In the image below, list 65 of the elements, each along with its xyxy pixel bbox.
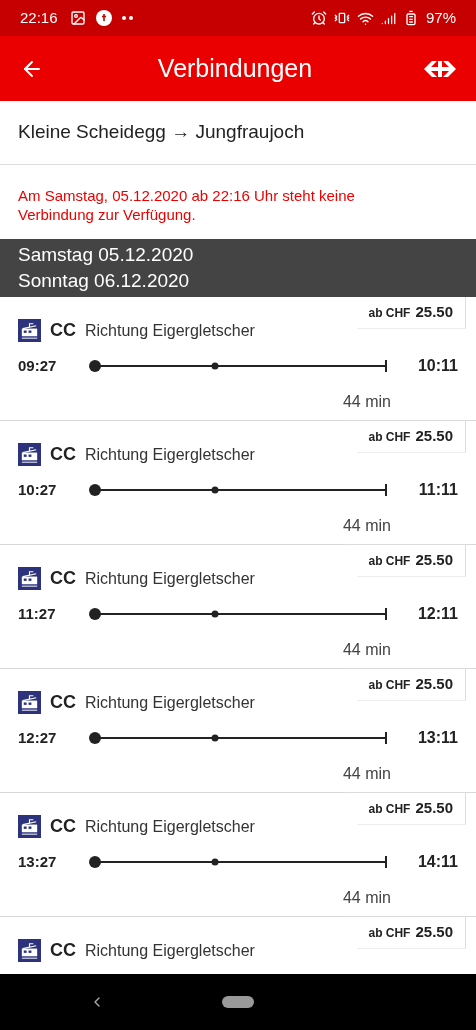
price-prefix: ab CHF [368,801,411,818]
duration: 44 min [342,640,391,660]
departure-time: 13:27 [18,851,58,872]
home-pill[interactable] [222,996,254,1008]
arrival-time: 13:11 [417,728,458,748]
cog-train-icon [18,443,41,466]
train-name: CC [50,691,76,714]
connection-card[interactable]: ab CHF 25.50 CC Richtung Eigergletscher 10:27 11:11 44 min [0,421,476,545]
vibrate-icon [333,10,350,26]
battery-level: 97% [425,7,456,28]
duration: 44 min [342,392,391,412]
price-prefix: ab CHF [368,429,411,446]
train-direction: Richtung Eigergletscher [85,940,255,961]
duration: 44 min [342,764,391,784]
image-icon [69,10,86,26]
train-name: CC [50,939,76,962]
arrival-time: 12:11 [417,604,458,624]
price-value: 25.50 [415,302,453,322]
connection-card[interactable]: ab CHF 25.50 CC Richtung Eigergletscher 13:27 14:11 44 min [0,793,476,917]
departure-time: 10:27 [18,479,58,500]
duration: 44 min [342,888,391,908]
date-header: Samstag 05.12.2020 [18,244,195,266]
cog-train-icon [18,319,41,342]
price-prefix: ab CHF [368,553,411,570]
departure-time: 09:27 [18,355,58,376]
route-title: Kleine Scheidegg → Jungfraujoch [0,101,476,165]
train-direction: Richtung Eigergletscher [85,692,255,713]
no-connection-notice: Am Samstag, 05.12.2020 ab 22:16 Uhr steht keine Verbindung zur Verfügung. [18,186,356,224]
cog-train-icon [18,567,41,590]
arrival-time: 11:11 [418,480,458,500]
price-value: 25.50 [415,674,453,694]
page-title: Verbindungen [156,52,314,84]
price-prefix: ab CHF [368,925,411,942]
train-direction: Richtung Eigergletscher [85,320,255,341]
notification-icon [95,10,112,26]
more-icon [121,16,134,20]
train-direction: Richtung Eigergletscher [85,816,255,837]
date-header: Sonntag 06.12.2020 [18,270,191,292]
departure-time: 11:27 [18,603,57,624]
train-direction: Richtung Eigergletscher [85,444,255,465]
train-name: CC [50,567,76,590]
alarm-icon [310,10,327,26]
price-prefix: ab CHF [368,305,411,322]
train-name: CC [50,443,76,466]
price-value: 25.50 [415,550,453,570]
price-value: 25.50 [415,922,453,942]
swap-arrows-icon[interactable] [424,58,456,79]
clock: 22:16 [20,7,58,28]
price-value: 25.50 [415,798,453,818]
connection-card[interactable]: ab CHF 25.50 CC Richtung Eigergletscher 11:27 12:11 44 min [0,545,476,669]
arrival-time: 14:11 [417,852,458,872]
train-name: CC [50,815,76,838]
duration: 44 min [342,516,391,536]
connection-card[interactable]: ab CHF 25.50 CC Richtung Eigergletscher 09:27 10:11 44 min [0,297,476,421]
cog-train-icon [18,815,41,838]
train-name: CC [50,319,76,342]
signal-icon [380,10,396,26]
departure-time: 12:27 [18,727,58,748]
price-value: 25.50 [415,426,453,446]
train-direction: Richtung Eigergletscher [85,568,255,589]
arrival-time: 10:11 [417,356,458,376]
cog-train-icon [18,939,41,962]
connection-card[interactable]: ab CHF 25.50 CC Richtung Eigergletscher 12:27 13:11 44 min [0,669,476,793]
price-prefix: ab CHF [368,677,411,694]
cog-train-icon [18,691,41,714]
